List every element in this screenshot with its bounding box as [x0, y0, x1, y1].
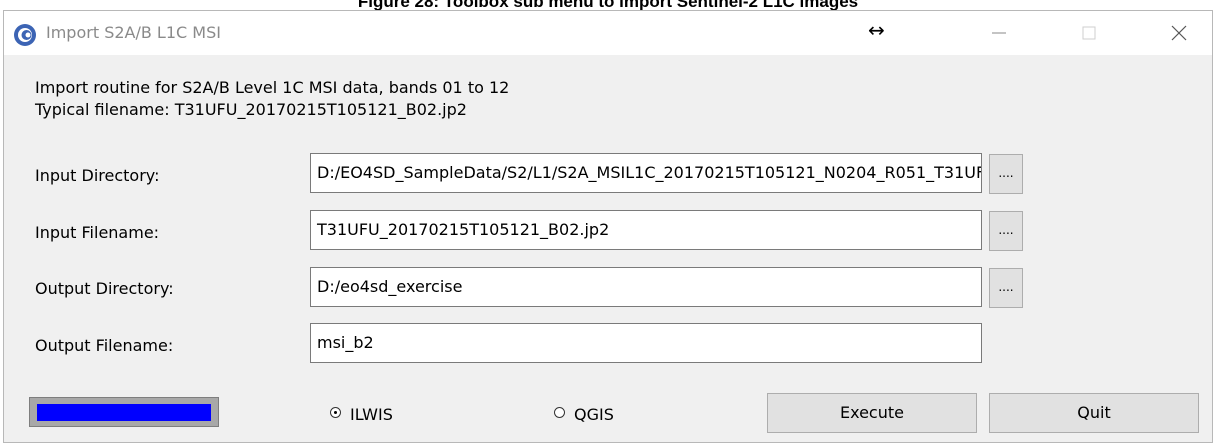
output-directory-browse-button[interactable]: .... — [989, 268, 1023, 308]
minimize-icon — [992, 32, 1006, 34]
output-filename-field[interactable]: msi_b2 — [310, 323, 982, 363]
minimize-button[interactable] — [969, 11, 1029, 55]
description-text: Import routine for S2A/B Level 1C MSI da… — [35, 77, 509, 121]
horizontal-resize-cursor-icon: ↔ — [868, 18, 885, 42]
description-line-1: Import routine for S2A/B Level 1C MSI da… — [35, 78, 510, 97]
input-filename-label: Input Filename: — [35, 223, 160, 242]
input-filename-field[interactable]: T31UFU_20170215T105121_B02.jp2 — [310, 210, 982, 250]
radio-qgis-circle[interactable] — [554, 407, 565, 418]
maximize-button[interactable] — [1059, 11, 1119, 55]
input-directory-field[interactable]: D:/EO4SD_SampleData/S2/L1/S2A_MSIL1C_201… — [310, 153, 982, 193]
progress-bar-fill — [37, 404, 211, 421]
maximize-icon — [1082, 26, 1096, 40]
output-directory-field[interactable]: D:/eo4sd_exercise — [310, 267, 982, 307]
output-directory-label: Output Directory: — [35, 279, 174, 298]
close-icon — [1171, 25, 1187, 41]
radio-ilwis-selected-dot — [334, 411, 337, 414]
progress-bar — [29, 397, 219, 427]
title-bar[interactable]: Import S2A/B L1C MSI ↔ — [4, 11, 1212, 55]
input-directory-browse-button[interactable]: .... — [989, 154, 1023, 194]
figure-caption: Figure 28: Toolbox sub menu to import Se… — [357, 0, 859, 11]
window-title: Import S2A/B L1C MSI — [46, 23, 221, 42]
execute-button[interactable]: Execute — [767, 393, 977, 433]
radio-ilwis-circle[interactable] — [330, 407, 341, 418]
radio-ilwis[interactable]: ILWIS — [330, 405, 430, 425]
output-filename-label: Output Filename: — [35, 336, 174, 355]
description-line-2: Typical filename: T31UFU_20170215T105121… — [35, 100, 467, 119]
import-dialog-window: Import S2A/B L1C MSI ↔ Import routine fo… — [3, 10, 1213, 443]
input-directory-label: Input Directory: — [35, 166, 160, 185]
quit-button[interactable]: Quit — [989, 393, 1199, 433]
radio-qgis[interactable]: QGIS — [554, 405, 654, 425]
close-button[interactable] — [1149, 11, 1209, 55]
input-filename-browse-button[interactable]: .... — [989, 211, 1023, 251]
radio-qgis-label: QGIS — [574, 405, 614, 424]
radio-ilwis-label: ILWIS — [350, 405, 393, 424]
app-logo-icon — [14, 24, 36, 46]
